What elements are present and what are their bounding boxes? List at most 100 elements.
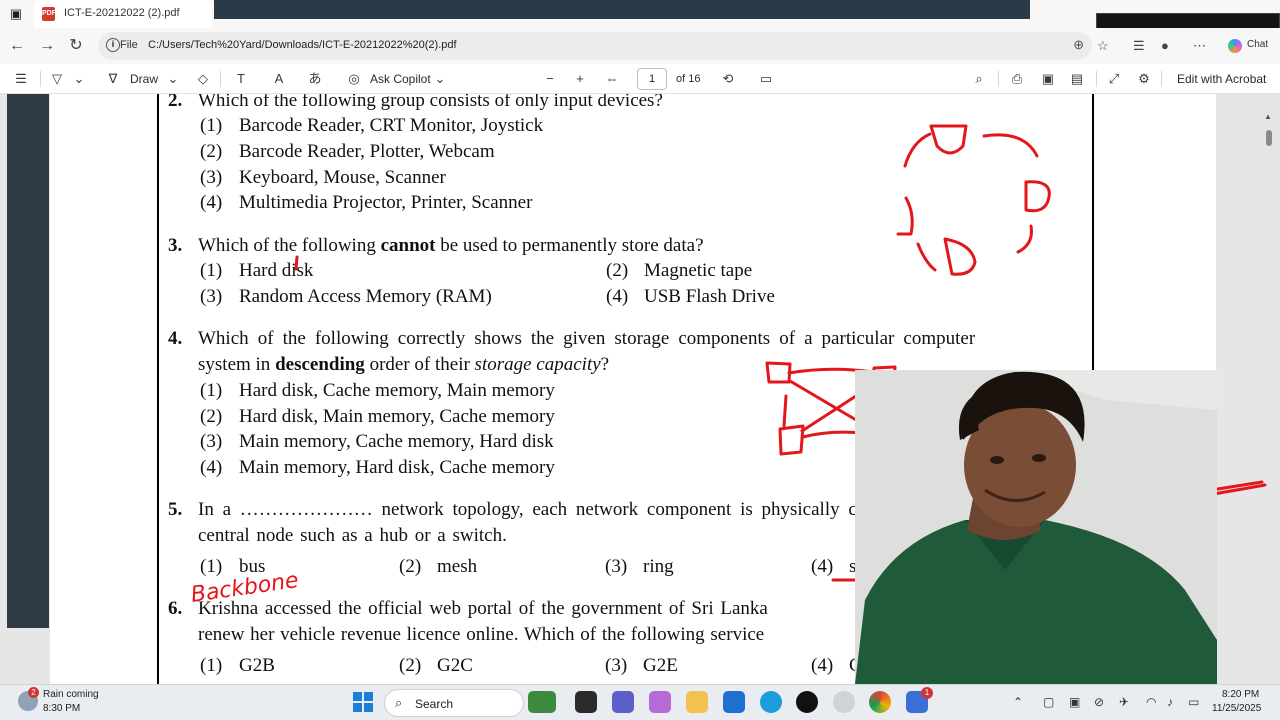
chat-label[interactable]: Chat xyxy=(1247,39,1268,50)
tray-icon[interactable]: ✈ xyxy=(1119,695,1129,709)
clock-time[interactable]: 8:20 PM xyxy=(1222,689,1259,700)
ink-mesh-link xyxy=(801,430,864,439)
tab-pdf[interactable]: PDF ICT-E-20212022 (2).pdf xyxy=(34,0,212,28)
refresh-icon[interactable]: ↻ xyxy=(67,37,85,55)
edit-with-acrobat-button[interactable]: Edit with Acrobat xyxy=(1177,70,1266,88)
page-number-input[interactable]: 1 xyxy=(637,68,667,90)
zoom-in-icon[interactable]: + xyxy=(571,70,589,88)
ink-ring-node-bottom xyxy=(943,237,977,276)
ink-tick-mark xyxy=(294,255,299,271)
copilot-icon[interactable] xyxy=(1228,39,1242,53)
ink-ring-arc xyxy=(1016,224,1033,254)
contents-icon[interactable]: ☰ xyxy=(12,70,30,88)
ink-handwriting: Backbone xyxy=(189,568,300,608)
divider xyxy=(998,71,999,87)
file-label: File xyxy=(120,39,138,51)
back-icon[interactable]: ← xyxy=(8,37,26,55)
tray-icon[interactable]: ▣ xyxy=(1069,695,1080,709)
copilot-toolbar-icon[interactable]: ◎ xyxy=(345,70,363,88)
taskbar-search[interactable]: ⌕ Search xyxy=(384,689,524,717)
tiktok-icon[interactable] xyxy=(796,691,818,713)
highlight-icon[interactable]: ▽ xyxy=(48,70,66,88)
favorite-icon[interactable]: ☆ xyxy=(1097,38,1109,54)
more-icon[interactable]: ⋯ xyxy=(1193,38,1206,54)
pdf-icon: PDF xyxy=(42,7,56,21)
chevron-down-icon[interactable]: ⌄ xyxy=(431,70,449,88)
search-icon[interactable]: ⌕ xyxy=(970,70,988,88)
ink-mesh-node xyxy=(778,424,805,456)
info-icon[interactable]: i xyxy=(106,38,120,52)
ask-copilot-button[interactable]: Ask Copilot xyxy=(370,70,431,88)
url-text[interactable]: C:/Users/Tech%20Yard/Downloads/ICT-E-202… xyxy=(148,39,457,51)
presenter-video xyxy=(855,370,1217,684)
weather-time: 8:30 PM xyxy=(43,703,81,714)
save-icon[interactable]: ▣ xyxy=(1039,70,1057,88)
divider xyxy=(220,71,221,87)
ink-ring-node-right xyxy=(1024,180,1051,213)
chevron-down-icon[interactable]: ⌄ xyxy=(164,70,182,88)
chevron-up-icon[interactable]: ⌃ xyxy=(1013,695,1023,709)
ink-mesh-link xyxy=(782,394,788,428)
ink-mesh-node xyxy=(765,361,792,384)
settings-icon[interactable]: ⚙ xyxy=(1135,70,1153,88)
edge-icon[interactable] xyxy=(760,691,782,713)
read-aloud-icon[interactable]: A xyxy=(270,70,288,88)
profile-icon[interactable]: ● xyxy=(1161,38,1169,53)
rotate-icon[interactable]: ⟲ xyxy=(719,70,737,88)
fit-width-icon[interactable]: ⇔ xyxy=(603,70,621,88)
start-icon[interactable] xyxy=(353,692,373,712)
tray-icon[interactable]: ▢ xyxy=(1043,695,1054,709)
divider xyxy=(1096,71,1097,87)
clock-date[interactable]: 11/25/2025 xyxy=(1212,703,1261,714)
ink-ring-node-left xyxy=(896,196,914,236)
save-as-icon[interactable]: ▤ xyxy=(1068,70,1086,88)
collections-icon[interactable]: ☰ xyxy=(1133,38,1145,54)
fullscreen-icon[interactable]: ⤢ xyxy=(1105,70,1123,88)
copilot-app-icon[interactable] xyxy=(649,691,671,713)
app-icon[interactable] xyxy=(833,691,855,713)
divider xyxy=(1161,71,1162,87)
tab-title: ICT-E-20212022 (2).pdf xyxy=(64,7,180,19)
divider xyxy=(40,71,41,87)
pdf-toolbar: ☰ ▽ ⌄ ∇ Draw ⌄ ◇ T A あ ◎ Ask Copilot ⌄ −… xyxy=(0,64,1280,94)
url-field[interactable]: i File C:/Users/Tech%20Yard/Downloads/IC… xyxy=(98,32,1092,60)
scroll-up-icon[interactable]: ▲ xyxy=(1264,112,1272,121)
redacted-bar xyxy=(214,0,1030,19)
print-icon[interactable]: ⎙ xyxy=(1008,70,1026,88)
forward-icon[interactable]: → xyxy=(38,37,56,55)
ink-ring-arc xyxy=(903,132,932,168)
taskbar: 2 Rain coming 8:30 PM ⌕ Search 1 ⌃ ▢ ▣ ⊘… xyxy=(0,684,1280,720)
translate-icon[interactable]: あ xyxy=(306,70,324,88)
task-view-icon[interactable] xyxy=(575,691,597,713)
eraser-icon[interactable]: ◇ xyxy=(194,70,212,88)
tab-actions-icon[interactable]: ▣ xyxy=(8,6,24,22)
weather-text[interactable]: Rain coming xyxy=(43,689,99,700)
ink-ring-arc xyxy=(916,242,937,272)
wifi-icon[interactable]: ◠ xyxy=(1146,695,1156,709)
page-view-icon[interactable]: ▭ xyxy=(757,70,775,88)
tray-icon[interactable]: ⊘ xyxy=(1094,695,1104,709)
ink-ring-arc xyxy=(982,133,1039,158)
volume-icon[interactable]: ♪ xyxy=(1167,695,1173,709)
webcam-overlay xyxy=(855,370,1217,684)
tab-bar: ▣ PDF ICT-E-20212022 (2).pdf xyxy=(0,0,1280,43)
file-explorer-icon[interactable] xyxy=(686,691,708,713)
search-icon: ⌕ xyxy=(395,695,403,710)
weather-badge: 2 xyxy=(28,687,39,698)
app-badge: 1 xyxy=(921,687,933,699)
draw-icon[interactable]: ∇ xyxy=(104,70,122,88)
battery-icon[interactable]: ▭ xyxy=(1188,695,1199,709)
zoom-out-icon[interactable]: − xyxy=(541,70,559,88)
store-icon[interactable] xyxy=(723,691,745,713)
widgets-icon[interactable] xyxy=(528,691,556,713)
address-bar: ← → ↻ i File C:/Users/Tech%20Yard/Downlo… xyxy=(0,28,1280,64)
draw-button[interactable]: Draw xyxy=(130,70,158,88)
ink-ring-node-top xyxy=(929,124,968,155)
page-total: of 16 xyxy=(676,73,701,85)
chrome-icon[interactable] xyxy=(869,691,891,713)
vertical-scrollbar[interactable] xyxy=(1266,130,1272,146)
text-box-icon[interactable]: T xyxy=(232,70,250,88)
zoom-icon[interactable]: ⊕ xyxy=(1073,37,1084,53)
chevron-down-icon[interactable]: ⌄ xyxy=(70,70,88,88)
teams-icon[interactable] xyxy=(612,691,634,713)
